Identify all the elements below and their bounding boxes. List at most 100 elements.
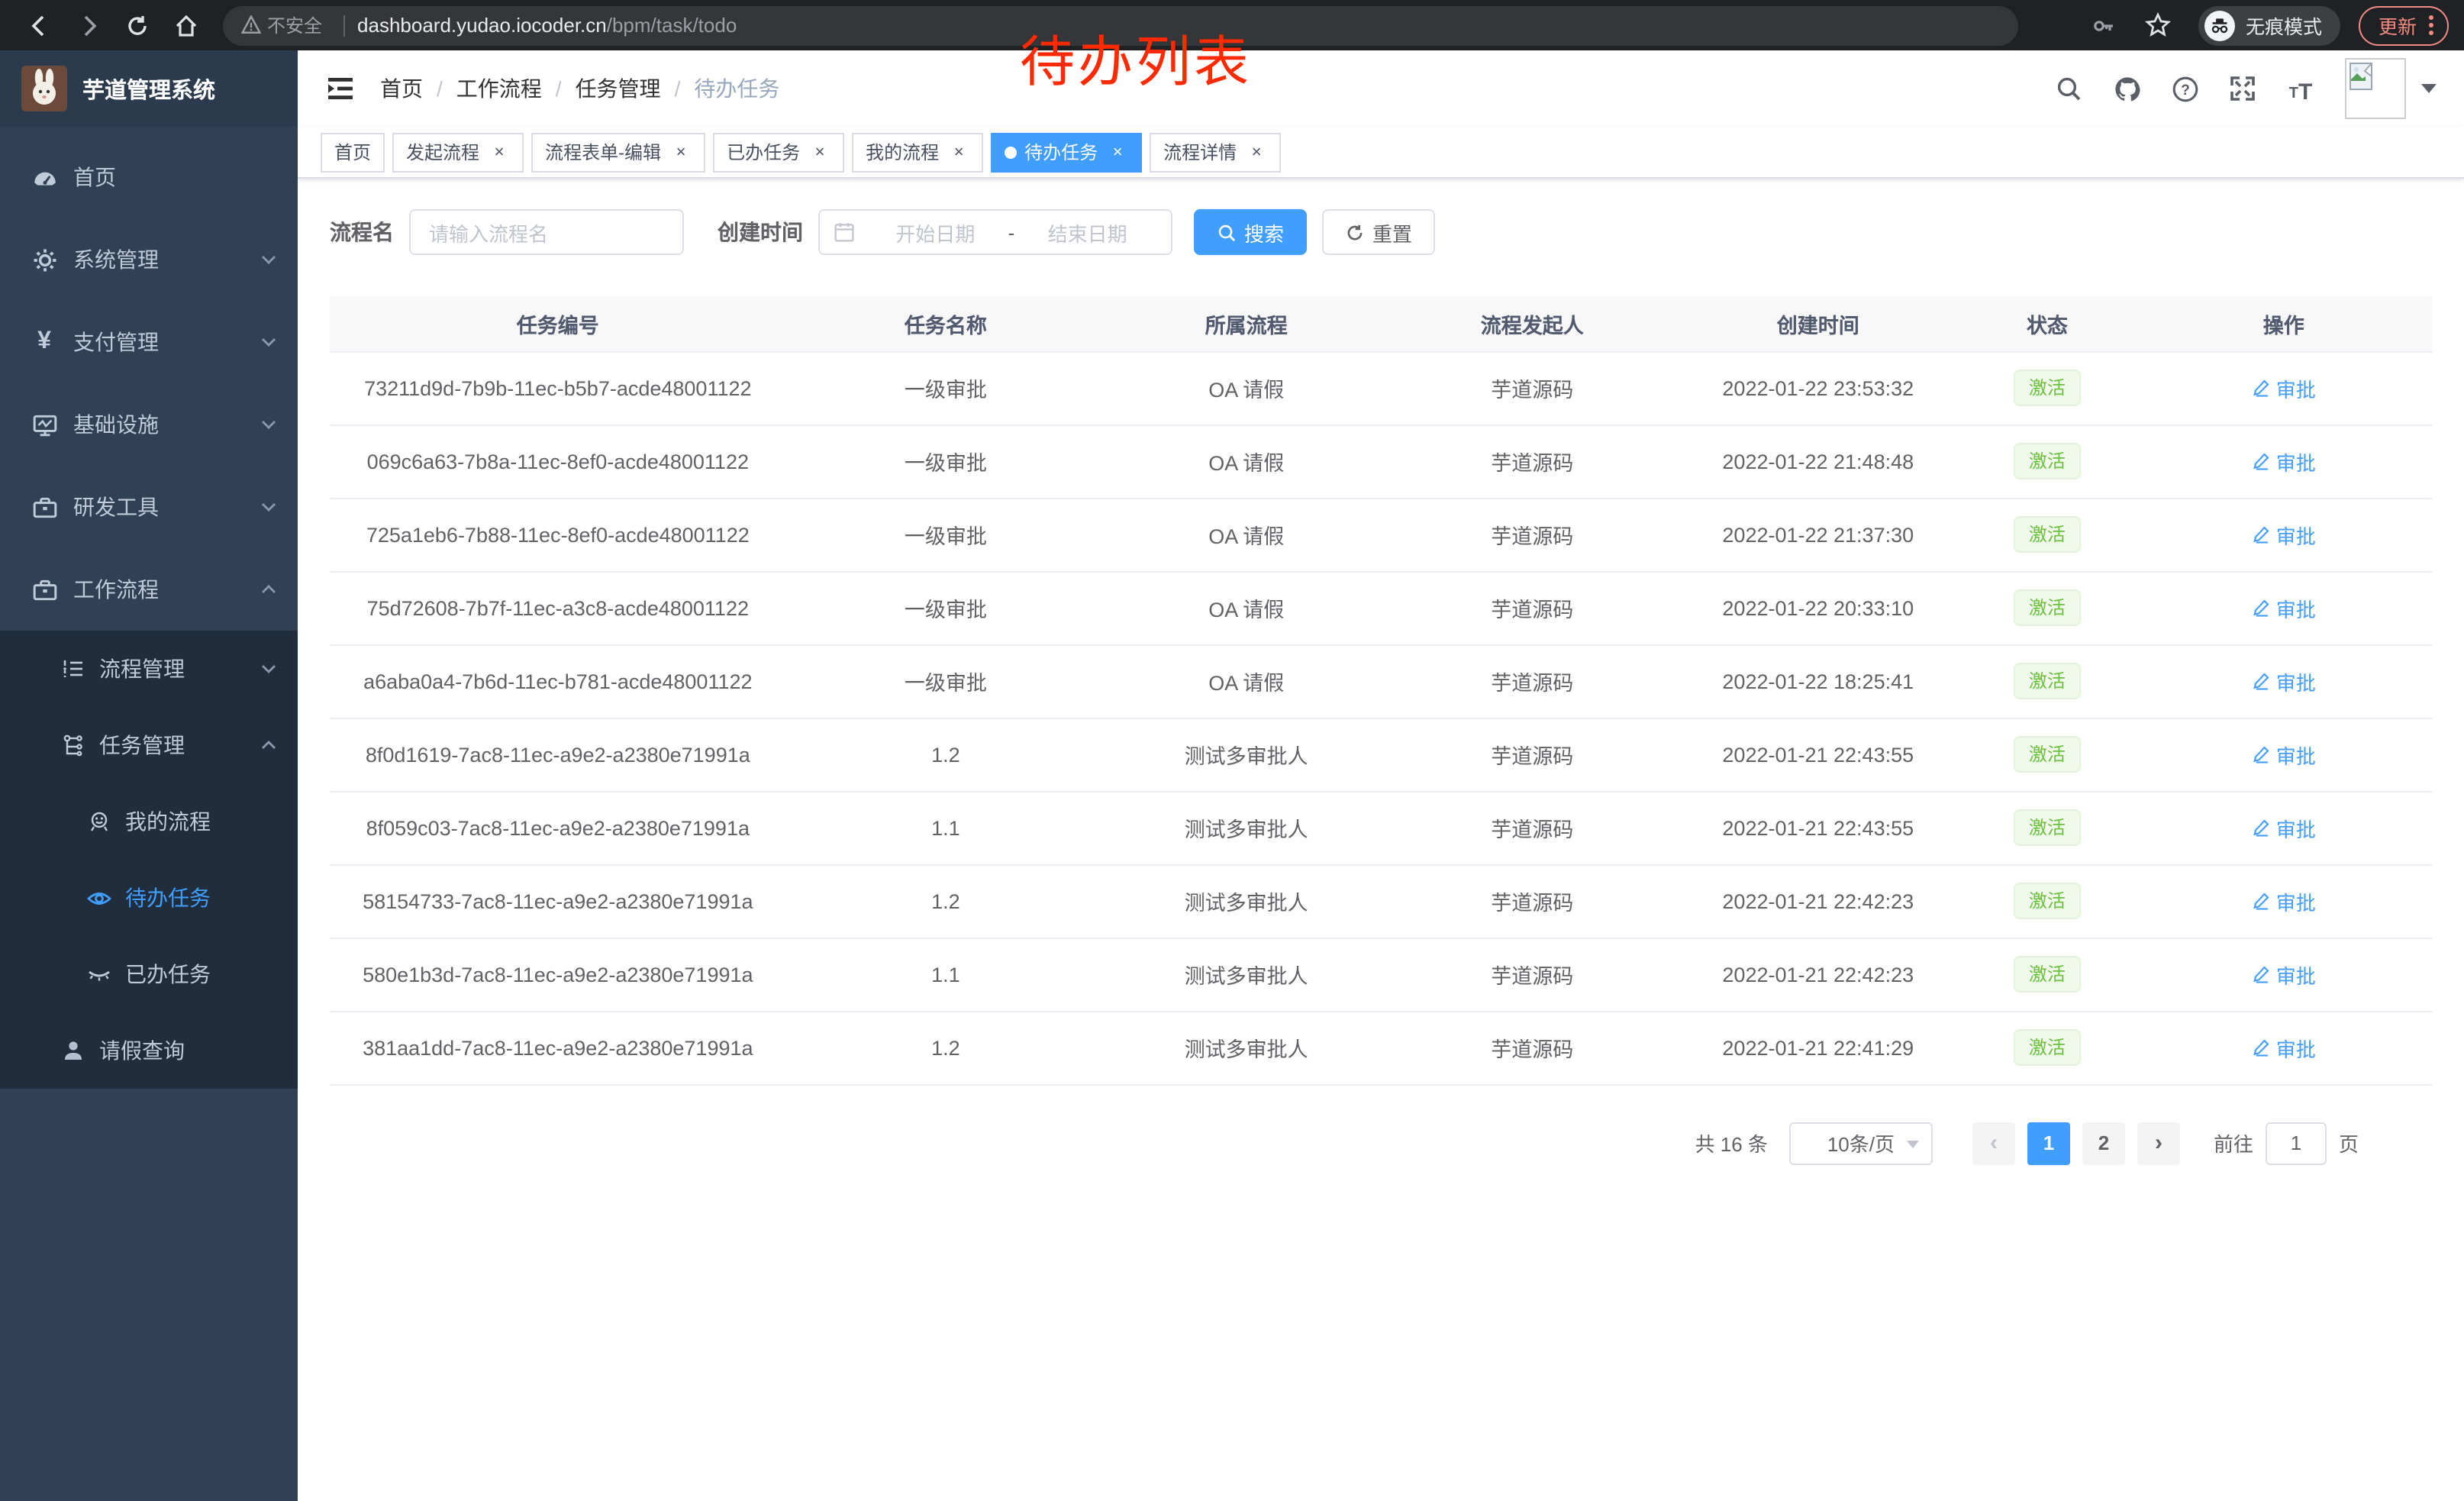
- table-body: 73211d9d-7b9b-11ec-b5b7-acde48001122 一级审…: [330, 351, 2432, 1084]
- browser-home-icon[interactable]: [166, 5, 206, 45]
- tab-close-icon[interactable]: ×: [670, 141, 692, 163]
- cell-task-name: 1.2: [786, 864, 1106, 938]
- sidebar-item-my-process[interactable]: 我的流程: [0, 783, 298, 860]
- approve-link[interactable]: 审批: [2252, 1033, 2316, 1062]
- browser-forward-icon[interactable]: [69, 5, 108, 45]
- cell-create-time: 2022-01-22 21:37:30: [1677, 498, 1959, 571]
- tab-close-icon[interactable]: ×: [809, 141, 830, 163]
- tab-close-icon[interactable]: ×: [1246, 141, 1267, 163]
- sidebar-item-label: 首页: [73, 162, 276, 192]
- breadcrumb-task-mgmt[interactable]: 任务管理: [576, 73, 661, 104]
- approve-link[interactable]: 审批: [2252, 520, 2316, 549]
- edit-pen-icon: [2252, 745, 2270, 763]
- page-button-2[interactable]: 2: [2082, 1122, 2125, 1164]
- search-icon[interactable]: [2053, 73, 2084, 104]
- top-navbar: 首页 / 工作流程 / 任务管理 / 待办任务 ?: [298, 50, 2464, 127]
- end-date-placeholder[interactable]: 结束日期: [1018, 218, 1157, 247]
- sidebar-item-infra[interactable]: 基础设施: [0, 383, 298, 466]
- svg-text:?: ?: [2180, 82, 2189, 98]
- date-range-separator: -: [1008, 221, 1015, 244]
- table-row: 58154733-7ac8-11ec-a9e2-a2380e71991a 1.2…: [330, 864, 2432, 938]
- approve-link[interactable]: 审批: [2252, 813, 2316, 842]
- sidebar-item-done-tasks[interactable]: 已办任务: [0, 936, 298, 1012]
- approve-link[interactable]: 审批: [2252, 960, 2316, 989]
- tab-我的流程[interactable]: 我的流程×: [852, 132, 983, 172]
- tab-close-icon[interactable]: ×: [489, 141, 510, 163]
- date-range-picker[interactable]: 开始日期 - 结束日期: [818, 209, 1172, 255]
- sidebar-item-system[interactable]: 系统管理: [0, 218, 298, 301]
- next-page-button[interactable]: ›: [2137, 1122, 2180, 1164]
- table-row: 8f0d1619-7ac8-11ec-a9e2-a2380e71991a 1.2…: [330, 718, 2432, 791]
- col-task-name: 任务名称: [786, 296, 1106, 351]
- status-badge: 激活: [2014, 809, 2081, 846]
- breadcrumb-workflow[interactable]: 工作流程: [456, 73, 542, 104]
- sidebar-item-devtools[interactable]: 研发工具: [0, 466, 298, 548]
- browser-reload-icon[interactable]: [118, 5, 157, 45]
- avatar[interactable]: [2345, 58, 2406, 119]
- approve-link[interactable]: 审批: [2252, 373, 2316, 402]
- fullscreen-icon[interactable]: [2227, 73, 2258, 104]
- cell-task-id: 069c6a63-7b8a-11ec-8ef0-acde48001122: [330, 424, 786, 498]
- cell-starter: 芋道源码: [1387, 571, 1677, 644]
- sidebar-item-workflow[interactable]: 工作流程: [0, 548, 298, 631]
- breadcrumb-home[interactable]: 首页: [380, 73, 423, 104]
- password-key-icon[interactable]: [2084, 5, 2124, 45]
- approve-link[interactable]: 审批: [2252, 593, 2316, 622]
- tab-首页[interactable]: 首页: [321, 132, 385, 172]
- github-icon[interactable]: [2111, 73, 2142, 104]
- incognito-icon: [2204, 10, 2235, 40]
- tab-待办任务[interactable]: 待办任务×: [991, 132, 1142, 172]
- process-name-input[interactable]: 请输入流程名: [409, 209, 684, 255]
- approve-link[interactable]: 审批: [2252, 740, 2316, 769]
- bookmark-star-icon[interactable]: [2139, 5, 2179, 45]
- pagination: 共 16 条 10条/页 ‹ 1 2 › 前往 1 页: [330, 1122, 2359, 1164]
- tab-流程表单-编辑[interactable]: 流程表单-编辑×: [531, 132, 705, 172]
- list-tree-icon: [61, 657, 85, 681]
- sidebar-item-leave-query[interactable]: 请假查询: [0, 1012, 298, 1089]
- page-button-1[interactable]: 1: [2027, 1122, 2070, 1164]
- cell-task-name: 一级审批: [786, 644, 1106, 718]
- broken-image-icon: [2350, 63, 2375, 92]
- annotation-todo-list: 待办列表: [1020, 18, 1252, 98]
- app-logo-row[interactable]: 芋道管理系统: [0, 50, 298, 127]
- approve-link[interactable]: 审批: [2252, 886, 2316, 915]
- sidebar: 芋道管理系统 首页 系统管理 ¥ 支付管理: [0, 50, 298, 1501]
- tab-发起流程[interactable]: 发起流程×: [392, 132, 524, 172]
- browser-menu-icon[interactable]: [2429, 15, 2433, 35]
- omnibox-divider: [343, 15, 345, 36]
- sidebar-item-todo-tasks[interactable]: 待办任务: [0, 860, 298, 936]
- search-button[interactable]: 搜索: [1194, 209, 1307, 255]
- tab-close-icon[interactable]: ×: [1107, 141, 1128, 163]
- sidebar-item-label: 请假查询: [99, 1035, 276, 1066]
- reset-button[interactable]: 重置: [1322, 209, 1435, 255]
- help-icon[interactable]: ?: [2169, 73, 2200, 104]
- tab-已办任务[interactable]: 已办任务×: [713, 132, 844, 172]
- goto-label: 前往: [2214, 1128, 2253, 1157]
- table-row: 75d72608-7b7f-11ec-a3c8-acde48001122 一级审…: [330, 571, 2432, 644]
- goto-page-input[interactable]: 1: [2266, 1122, 2327, 1164]
- workflow-submenu: 流程管理 任务管理 我的流程: [0, 631, 298, 1089]
- sidebar-item-task-mgmt[interactable]: 任务管理: [0, 707, 298, 783]
- sidebar-item-home[interactable]: 首页: [0, 136, 298, 218]
- edit-pen-icon: [2252, 818, 2270, 837]
- browser-update-button[interactable]: 更新: [2359, 5, 2449, 45]
- page-size-select[interactable]: 10条/页: [1789, 1122, 1933, 1164]
- table-row: a6aba0a4-7b6d-11ec-b781-acde48001122 一级审…: [330, 644, 2432, 718]
- sidebar-item-label: 支付管理: [73, 327, 261, 357]
- sidebar-item-process-mgmt[interactable]: 流程管理: [0, 631, 298, 707]
- browser-back-icon[interactable]: [20, 5, 60, 45]
- tab-label: 首页: [334, 139, 371, 165]
- prev-page-button[interactable]: ‹: [1972, 1122, 2015, 1164]
- sidebar-item-payment[interactable]: ¥ 支付管理: [0, 301, 298, 383]
- security-label[interactable]: 不安全: [267, 12, 322, 38]
- approve-link[interactable]: 审批: [2252, 667, 2316, 696]
- tab-流程详情[interactable]: 流程详情×: [1150, 132, 1281, 172]
- tab-close-icon[interactable]: ×: [948, 141, 969, 163]
- cell-task-name: 1.1: [786, 791, 1106, 864]
- approve-link[interactable]: 审批: [2252, 447, 2316, 476]
- sidebar-collapse-icon[interactable]: [325, 73, 356, 104]
- cell-starter: 芋道源码: [1387, 644, 1677, 718]
- start-date-placeholder[interactable]: 开始日期: [866, 218, 1005, 247]
- font-size-icon[interactable]: TT: [2285, 73, 2316, 104]
- avatar-dropdown-caret[interactable]: [2421, 84, 2437, 93]
